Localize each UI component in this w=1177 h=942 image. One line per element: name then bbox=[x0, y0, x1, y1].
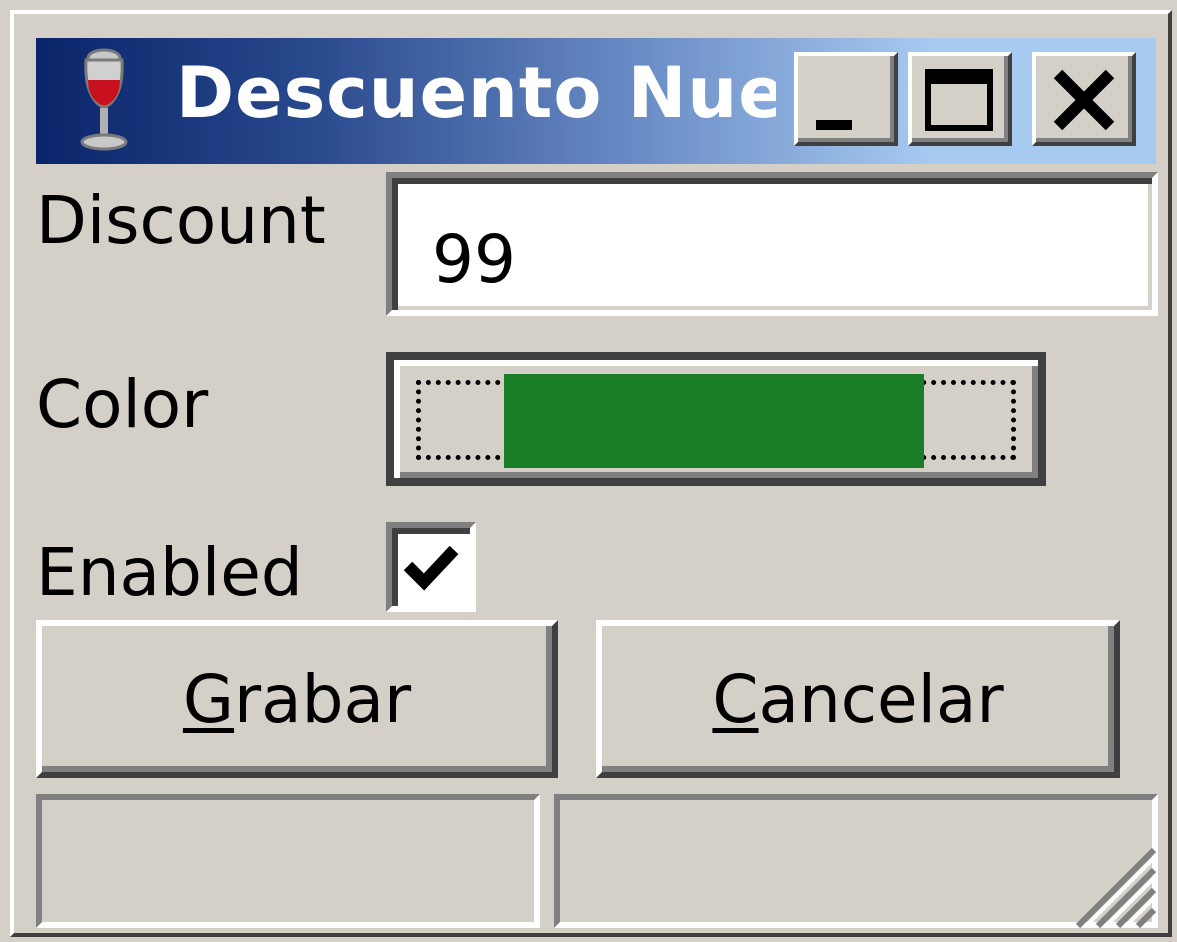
status-panel-1 bbox=[36, 794, 540, 928]
maximize-button[interactable] bbox=[908, 52, 1012, 146]
cancel-label: ancelar bbox=[758, 660, 1004, 738]
save-button[interactable]: Grabar bbox=[36, 620, 558, 778]
discount-label: Discount bbox=[36, 182, 326, 259]
save-mnemonic: G bbox=[182, 660, 235, 738]
status-panel-2 bbox=[554, 794, 1158, 928]
color-picker-button[interactable] bbox=[386, 352, 1046, 486]
title-bar[interactable]: Descuento Nue bbox=[36, 38, 1156, 164]
minimize-button[interactable] bbox=[794, 52, 898, 146]
save-label: rabar bbox=[234, 660, 412, 738]
close-button[interactable] bbox=[1032, 52, 1136, 146]
color-swatch bbox=[504, 374, 924, 468]
resize-grip-icon[interactable] bbox=[1070, 842, 1158, 934]
cancel-button[interactable]: Cancelar bbox=[596, 620, 1120, 778]
wine-glass-icon bbox=[76, 48, 132, 156]
window-title: Descuento Nue bbox=[176, 52, 776, 134]
cancel-mnemonic: C bbox=[712, 660, 759, 738]
enabled-checkbox[interactable] bbox=[386, 522, 476, 612]
color-label: Color bbox=[36, 366, 209, 443]
discount-input[interactable] bbox=[386, 172, 1158, 316]
enabled-label: Enabled bbox=[36, 534, 303, 611]
